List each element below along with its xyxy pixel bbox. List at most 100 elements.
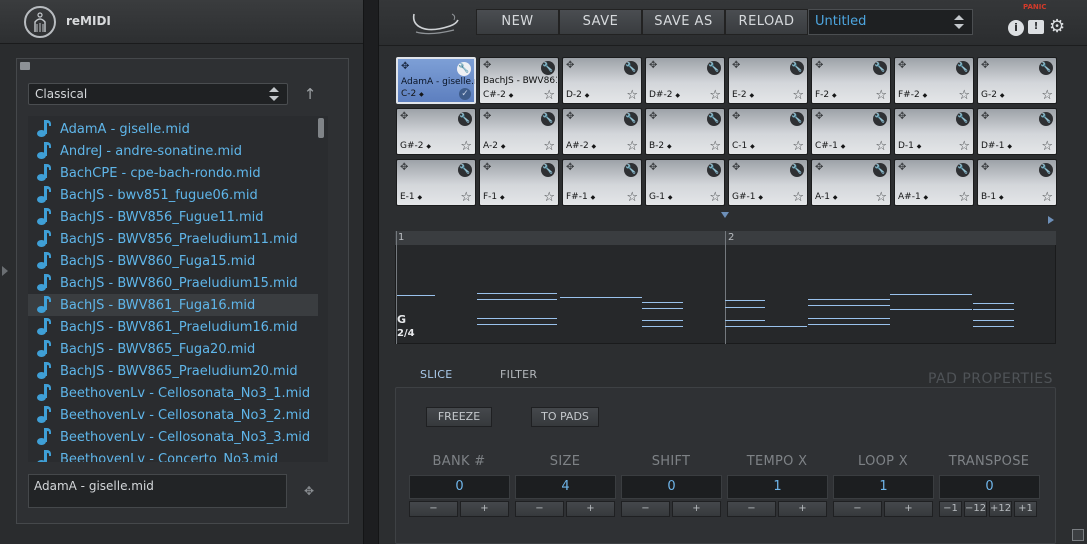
property-value[interactable]: 0	[939, 475, 1040, 499]
pad[interactable]: ✥ 🔧 B-1 ◆ ☆	[977, 159, 1057, 206]
pad[interactable]: ✥ 🔧 F-1 ◆ ☆	[479, 159, 559, 206]
play-arrow-icon[interactable]	[1048, 216, 1054, 224]
transpose-step-button[interactable]: +12	[989, 501, 1012, 517]
tab-slice[interactable]: SLICE	[420, 368, 453, 381]
star-icon[interactable]: ☆	[1041, 140, 1053, 153]
pad[interactable]: ✥ 🔧 G#-2 ◆ ☆	[396, 108, 476, 155]
wrench-icon[interactable]: 🔧	[541, 61, 555, 75]
star-icon[interactable]: ☆	[709, 191, 721, 204]
info-icon[interactable]: i	[1008, 20, 1024, 36]
pad[interactable]: ✥ 🔧 B-2 ◆ ☆	[645, 108, 725, 155]
star-icon[interactable]: ☆	[626, 191, 638, 204]
star-icon[interactable]: ☆	[709, 89, 721, 102]
move-icon[interactable]: ✥	[732, 112, 740, 122]
parent-folder-button[interactable]: ↑	[302, 86, 318, 102]
file-list-item[interactable]: BachJS - BWV856_Praeludium11.mid	[28, 228, 318, 250]
increment-button[interactable]: +	[566, 501, 615, 517]
wrench-icon[interactable]: 🔧	[707, 112, 721, 126]
pad-note[interactable]: E-2 ◆	[732, 90, 754, 100]
move-icon[interactable]: ✥	[732, 163, 740, 173]
star-icon[interactable]: ☆	[1041, 191, 1053, 204]
folder-icon[interactable]	[20, 62, 30, 70]
move-icon[interactable]: ✥	[566, 163, 574, 173]
tab-filter[interactable]: FILTER	[500, 368, 537, 381]
file-list[interactable]: AdamA - giselle.mid AndreJ - andre-sonati…	[28, 116, 328, 462]
star-icon[interactable]: ☆	[792, 89, 804, 102]
wrench-icon[interactable]: 🔧	[707, 163, 721, 177]
save-as-button[interactable]: SAVE AS	[642, 9, 725, 35]
drag-move-icon[interactable]: ✥	[304, 484, 318, 498]
pad-note[interactable]: D#-2 ◆	[649, 90, 680, 100]
pad[interactable]: ✥ 🔧 A#-2 ◆ ☆	[562, 108, 642, 155]
wrench-icon[interactable]: 🔧	[873, 163, 887, 177]
pad-note[interactable]: G#-1 ◆	[732, 192, 763, 202]
pad[interactable]: ✥ 🔧 D#-2 ◆ ☆	[645, 57, 725, 104]
wrench-icon[interactable]: 🔧	[1039, 112, 1053, 126]
wrench-icon[interactable]: 🔧	[956, 112, 970, 126]
pad-note[interactable]: D-2 ◆	[566, 90, 589, 100]
wrench-icon[interactable]: 🔧	[873, 61, 887, 75]
star-icon[interactable]: ☆	[543, 89, 555, 102]
decrement-button[interactable]: −	[621, 501, 670, 517]
star-icon[interactable]: ☆	[875, 140, 887, 153]
pad[interactable]: ✥ 🔧 F-2 ◆ ☆	[811, 57, 891, 104]
scroll-down-arrow-icon[interactable]	[721, 212, 729, 218]
move-icon[interactable]: ✥	[981, 61, 989, 71]
star-icon[interactable]: ☆	[543, 140, 555, 153]
pad[interactable]: ✥ 🔧 G-1 ◆ ☆	[645, 159, 725, 206]
file-list-item[interactable]: BachCPE - cpe-bach-rondo.mid	[28, 162, 318, 184]
pad-note[interactable]: D-1 ◆	[898, 141, 921, 151]
file-list-item[interactable]: BeethovenLv - Concerto_No3.mid	[28, 448, 318, 462]
pad-note[interactable]: C#-1 ◆	[815, 141, 845, 151]
move-icon[interactable]: ✥	[815, 163, 823, 173]
decrement-button[interactable]: −	[727, 501, 776, 517]
wrench-icon[interactable]: 🔧	[541, 163, 555, 177]
increment-button[interactable]: +	[672, 501, 721, 517]
pad-note[interactable]: F#-2 ◆	[898, 90, 927, 100]
pad[interactable]: ✥ 🔧 F#-1 ◆ ☆	[562, 159, 642, 206]
pad[interactable]: ✥ 🔧 F#-2 ◆ ☆	[894, 57, 974, 104]
decrement-button[interactable]: −	[515, 501, 564, 517]
file-list-item[interactable]: BachJS - BWV856_Fugue11.mid	[28, 206, 318, 228]
wrench-icon[interactable]: 🔧	[1039, 163, 1053, 177]
transpose-step-button[interactable]: −1	[939, 501, 962, 517]
pad-note[interactable]: F#-1 ◆	[566, 192, 595, 202]
pad[interactable]: ✥ 🔧 E-1 ◆ ☆	[396, 159, 476, 206]
move-icon[interactable]: ✥	[649, 61, 657, 71]
move-icon[interactable]: ✥	[566, 112, 574, 122]
move-icon[interactable]: ✥	[649, 112, 657, 122]
star-icon[interactable]: ☆	[626, 89, 638, 102]
file-list-item[interactable]: BachJS - BWV860_Fuga15.mid	[28, 250, 318, 272]
pad-note[interactable]: C-1 ◆	[732, 141, 755, 151]
pad-note[interactable]: G-2 ◆	[981, 90, 1004, 100]
pad[interactable]: ✥ 🔧 BachJS - BWV861 C#-2 ◆ ☆	[479, 57, 559, 104]
pad-note[interactable]: G#-2 ◆	[400, 141, 431, 151]
wrench-icon[interactable]: 🔧	[457, 62, 471, 76]
expand-panel-arrow-icon[interactable]	[2, 266, 8, 276]
pad-note[interactable]: B-1 ◆	[981, 192, 1004, 202]
pad[interactable]: ✥ 🔧 E-2 ◆ ☆	[728, 57, 808, 104]
star-icon[interactable]: ☆	[792, 140, 804, 153]
star-icon[interactable]: ☆	[875, 191, 887, 204]
move-icon[interactable]: ✥	[898, 112, 906, 122]
file-list-item[interactable]: AndreJ - andre-sonatine.mid	[28, 140, 318, 162]
wrench-icon[interactable]: 🔧	[541, 112, 555, 126]
panic-button[interactable]: PANIC	[1023, 3, 1047, 11]
star-icon[interactable]: ☆	[709, 140, 721, 153]
preset-select[interactable]: Untitled	[808, 9, 973, 35]
file-list-item[interactable]: BachJS - BWV861_Praeludium16.mid	[28, 316, 318, 338]
pad-note[interactable]: A-2 ◆	[483, 141, 505, 151]
pad[interactable]: ✥ 🔧 C-1 ◆ ☆	[728, 108, 808, 155]
move-icon[interactable]: ✥	[400, 163, 408, 173]
pad[interactable]: ✥ 🔧 C#-1 ◆ ☆	[811, 108, 891, 155]
star-icon[interactable]: ☆	[460, 140, 472, 153]
star-icon[interactable]: ☆	[626, 140, 638, 153]
freeze-button[interactable]: FREEZE	[426, 407, 492, 427]
file-list-item[interactable]: BachJS - bwv851_fugue06.mid	[28, 184, 318, 206]
feedback-icon[interactable]: !	[1028, 20, 1044, 34]
increment-button[interactable]: +	[460, 501, 509, 517]
move-icon[interactable]: ✥	[483, 163, 491, 173]
pad-note[interactable]: C#-2 ◆	[483, 90, 513, 100]
wrench-icon[interactable]: 🔧	[790, 163, 804, 177]
wrench-icon[interactable]: 🔧	[1039, 61, 1053, 75]
